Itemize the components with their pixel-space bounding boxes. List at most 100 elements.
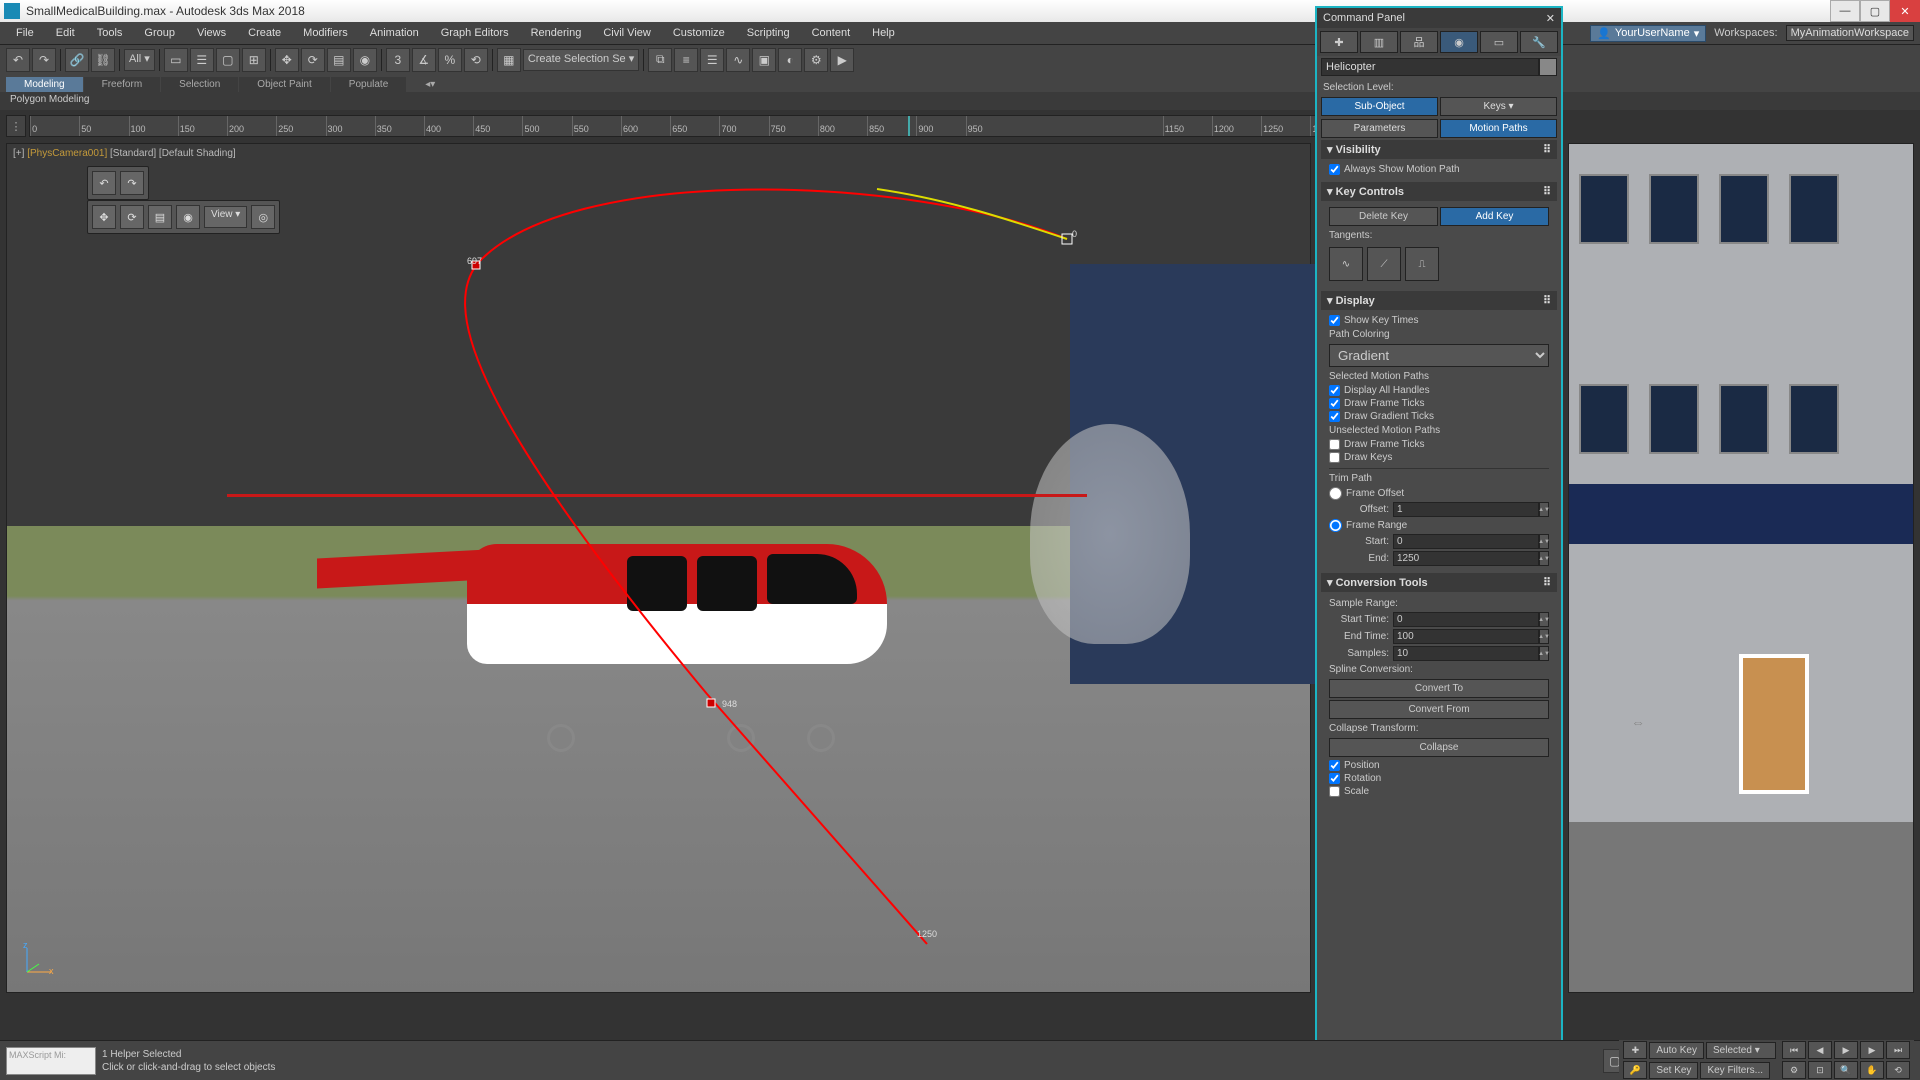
menu-scripting[interactable]: Scripting — [737, 25, 800, 41]
undo-button[interactable]: ↶ — [6, 48, 30, 72]
placement-button[interactable]: ◉ — [353, 48, 377, 72]
parameters-button[interactable]: Parameters — [1321, 119, 1438, 138]
object-name-field[interactable] — [1321, 58, 1539, 76]
sub-object-button[interactable]: Sub-Object — [1321, 97, 1438, 116]
rollout-menu-icon[interactable]: ⠿ — [1543, 294, 1551, 307]
menu-rendering[interactable]: Rendering — [521, 25, 592, 41]
frame-offset-radio[interactable]: Frame Offset — [1329, 486, 1549, 501]
zoom-button[interactable]: 🔍 — [1834, 1061, 1858, 1079]
key-mode-dropdown[interactable]: Selected ▾ — [1706, 1042, 1776, 1059]
path-coloring-dropdown[interactable]: Gradient — [1329, 344, 1549, 367]
tab-hierarchy[interactable]: 品 — [1400, 31, 1438, 53]
show-key-times-checkbox[interactable]: Show Key Times — [1329, 314, 1549, 327]
tab-utilities[interactable]: 🔧 — [1520, 31, 1558, 53]
convert-to-button[interactable]: Convert To — [1329, 679, 1549, 698]
always-show-path-checkbox[interactable]: Always Show Motion Path — [1329, 163, 1549, 176]
redo-button[interactable]: ↷ — [32, 48, 56, 72]
unsel-draw-ticks-checkbox[interactable]: Draw Frame Ticks — [1329, 438, 1549, 451]
start-time-spinner[interactable] — [1393, 612, 1539, 627]
frame-range-radio[interactable]: Frame Range — [1329, 518, 1549, 533]
goto-end-button[interactable]: ⏭ — [1886, 1041, 1910, 1059]
close-button[interactable]: ✕ — [1890, 0, 1920, 22]
menu-group[interactable]: Group — [134, 25, 185, 41]
draw-gradient-ticks-checkbox[interactable]: Draw Gradient Ticks — [1329, 410, 1549, 423]
named-selection-dropdown[interactable]: Create Selection Se ▾ — [523, 49, 639, 71]
user-account-button[interactable]: 👤 YourUserName ▾ — [1590, 25, 1706, 42]
percent-snap-button[interactable]: % — [438, 48, 462, 72]
menu-help[interactable]: Help — [862, 25, 905, 41]
curve-editor-button[interactable]: ∿ — [726, 48, 750, 72]
command-panel-close-icon[interactable]: ✕ — [1546, 12, 1555, 25]
ribbon-tab-freeform[interactable]: Freeform — [84, 77, 161, 92]
tab-display[interactable]: ▭ — [1480, 31, 1518, 53]
ribbon-tab-selection[interactable]: Selection — [161, 77, 238, 92]
ribbon-tab-objectpaint[interactable]: Object Paint — [239, 77, 329, 92]
tangent-smooth-button[interactable]: ∿ — [1329, 247, 1363, 281]
menu-modifiers[interactable]: Modifiers — [293, 25, 358, 41]
named-selection-button[interactable]: ▦ — [497, 48, 521, 72]
rotation-checkbox[interactable]: Rotation — [1329, 772, 1549, 785]
auto-key-button[interactable]: Auto Key — [1649, 1042, 1704, 1059]
render-frame-button[interactable]: ▶ — [830, 48, 854, 72]
scale-checkbox[interactable]: Scale — [1329, 785, 1549, 798]
window-crossing-button[interactable]: ⊞ — [242, 48, 266, 72]
pan-button[interactable]: ✋ — [1860, 1061, 1884, 1079]
viewport-secondary[interactable]: ⇔ — [1568, 143, 1914, 993]
orbit-button[interactable]: ⟲ — [1886, 1061, 1910, 1079]
menu-tools[interactable]: Tools — [87, 25, 133, 41]
next-frame-button[interactable]: ▶ — [1860, 1041, 1884, 1059]
rollout-menu-icon[interactable]: ⠿ — [1543, 143, 1551, 156]
maxscript-listener[interactable]: MAXScript Mi: — [6, 1047, 96, 1075]
menu-grapheditors[interactable]: Graph Editors — [431, 25, 519, 41]
goto-start-button[interactable]: ⏮ — [1782, 1041, 1806, 1059]
offset-spinner[interactable] — [1393, 502, 1539, 517]
display-handles-checkbox[interactable]: Display All Handles — [1329, 384, 1549, 397]
layer-button[interactable]: ☰ — [700, 48, 724, 72]
position-checkbox[interactable]: Position — [1329, 759, 1549, 772]
set-key-plus-button[interactable]: ✚ — [1623, 1041, 1647, 1059]
zoom-extents-button[interactable]: ⊡ — [1808, 1061, 1832, 1079]
render-setup-button[interactable]: ⚙ — [804, 48, 828, 72]
motion-paths-button[interactable]: Motion Paths — [1440, 119, 1557, 138]
maximize-button[interactable]: ▢ — [1860, 0, 1890, 22]
menu-edit[interactable]: Edit — [46, 25, 85, 41]
selection-filter-dropdown[interactable]: All ▾ — [124, 49, 155, 71]
align-button[interactable]: ≡ — [674, 48, 698, 72]
keys-dropdown[interactable]: Keys ▾ — [1440, 97, 1557, 116]
viewport-perspective[interactable]: [+] [PhysCamera001] [Standard] [Default … — [6, 143, 1311, 993]
scale-button[interactable]: ▤ — [327, 48, 351, 72]
delete-key-button[interactable]: Delete Key — [1329, 207, 1438, 226]
menu-file[interactable]: File — [6, 25, 44, 41]
menu-views[interactable]: Views — [187, 25, 236, 41]
key-filters-button[interactable]: Key Filters... — [1700, 1062, 1770, 1079]
move-button[interactable]: ✥ — [275, 48, 299, 72]
rollout-menu-icon[interactable]: ⠿ — [1543, 185, 1551, 198]
tab-modify[interactable]: ▥ — [1360, 31, 1398, 53]
set-key-button[interactable]: Set Key — [1649, 1062, 1698, 1079]
unsel-draw-keys-checkbox[interactable]: Draw Keys — [1329, 451, 1549, 464]
set-key-key-button[interactable]: 🔑 — [1623, 1061, 1647, 1079]
schematic-view-button[interactable]: ▣ — [752, 48, 776, 72]
minimize-button[interactable]: — — [1830, 0, 1860, 22]
end-time-spinner[interactable] — [1393, 629, 1539, 644]
tab-create[interactable]: ✚ — [1320, 31, 1358, 53]
start-spinner[interactable] — [1393, 534, 1539, 549]
add-key-button[interactable]: Add Key — [1440, 207, 1549, 226]
tab-motion[interactable]: ◉ — [1440, 31, 1478, 53]
ribbon-tab-modeling[interactable]: Modeling — [6, 77, 83, 92]
material-editor-button[interactable]: ◐ — [778, 48, 802, 72]
link-button[interactable]: 🔗 — [65, 48, 89, 72]
snap-toggle-button[interactable]: 3 — [386, 48, 410, 72]
select-by-name-button[interactable]: ☰ — [190, 48, 214, 72]
menu-customize[interactable]: Customize — [663, 25, 735, 41]
samples-spinner[interactable] — [1393, 646, 1539, 661]
object-color-swatch[interactable] — [1539, 58, 1557, 76]
play-button[interactable]: ▶ — [1834, 1041, 1858, 1059]
ribbon-tab-populate[interactable]: Populate — [331, 77, 406, 92]
rollout-menu-icon[interactable]: ⠿ — [1543, 576, 1551, 589]
timeline-config-button[interactable]: ⋮ — [6, 115, 26, 137]
menu-animation[interactable]: Animation — [360, 25, 429, 41]
tangent-step-button[interactable]: ⎍ — [1405, 247, 1439, 281]
tangent-linear-button[interactable]: ⟋ — [1367, 247, 1401, 281]
time-config-button[interactable]: ⚙ — [1782, 1061, 1806, 1079]
